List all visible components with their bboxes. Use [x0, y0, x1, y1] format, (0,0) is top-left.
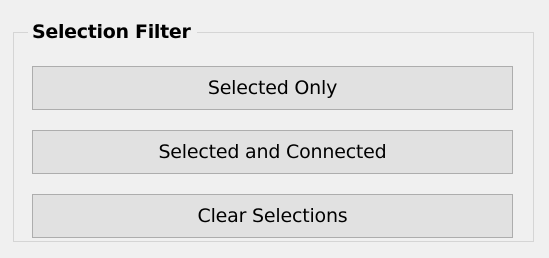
- selected-and-connected-button[interactable]: Selected and Connected: [32, 130, 513, 174]
- clear-selections-button[interactable]: Clear Selections: [32, 194, 513, 238]
- selected-only-button[interactable]: Selected Only: [32, 66, 513, 110]
- selection-filter-title: Selection Filter: [28, 19, 197, 45]
